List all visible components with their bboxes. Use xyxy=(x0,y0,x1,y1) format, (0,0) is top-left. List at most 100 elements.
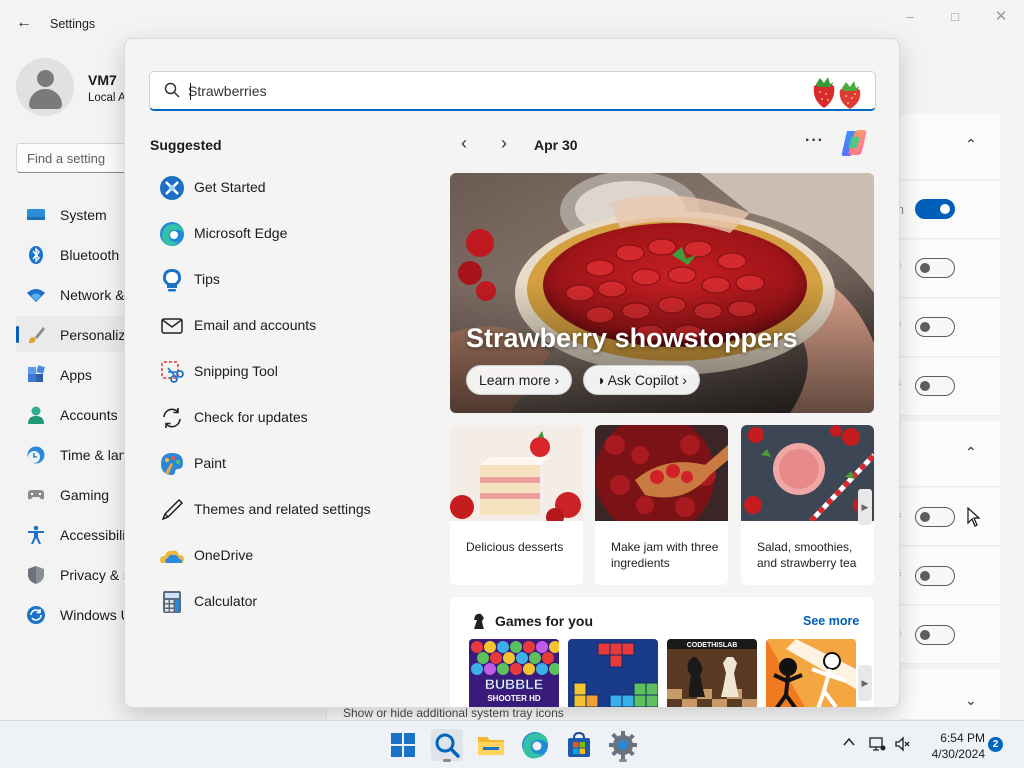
toggle-switch-off[interactable] xyxy=(915,376,955,396)
close-icon[interactable]: ✕ xyxy=(986,6,1016,28)
maximize-icon[interactable]: □ xyxy=(940,6,970,28)
user-avatar[interactable] xyxy=(16,58,74,116)
bluetooth-icon xyxy=(29,246,43,264)
text-caret xyxy=(190,83,191,100)
app-item-onedrive[interactable]: OneDrive xyxy=(150,535,415,575)
chevron-up-icon[interactable]: ⌃ xyxy=(965,136,977,153)
app-item-get-started[interactable]: Get Started xyxy=(150,167,415,207)
find-setting-input[interactable]: Find a setting xyxy=(16,143,136,173)
search-box[interactable] xyxy=(149,71,876,111)
search-icon xyxy=(164,82,180,98)
see-more-link[interactable]: See more xyxy=(803,614,859,628)
dessert-image xyxy=(450,425,583,521)
game-tile-block-puzzle[interactable] xyxy=(568,639,658,707)
previous-day-arrow-icon[interactable]: ‹ xyxy=(461,133,467,154)
onedrive-icon xyxy=(160,550,184,563)
clock-icon xyxy=(27,446,45,464)
more-options-icon[interactable]: ··· xyxy=(805,132,824,150)
game-tile-stickman[interactable] xyxy=(766,639,856,707)
smoothie-image xyxy=(741,425,874,521)
calculator-icon xyxy=(163,591,181,613)
taskbar-file-explorer[interactable] xyxy=(475,729,507,761)
highlights-date: Apr 30 xyxy=(534,137,578,153)
volume-muted-icon[interactable] xyxy=(894,735,912,753)
learn-more-button[interactable]: Learn more › xyxy=(466,365,573,395)
toggle-switch-off[interactable] xyxy=(915,507,955,527)
game-tile-bubble-shooter[interactable]: BUBBLE SHOOTER HD xyxy=(469,639,559,707)
taskbar-search-button[interactable] xyxy=(431,729,463,762)
hero-card[interactable]: Strawberry showstoppers Learn more › ◑ A… xyxy=(450,173,874,413)
chess-image: CODETHISLAB xyxy=(667,639,757,707)
settings-section-header[interactable] xyxy=(900,421,1000,487)
clock-date: 4/30/2024 xyxy=(931,747,985,761)
game-tile-text: BUBBLE xyxy=(485,676,543,692)
card-make-jam[interactable]: Make jam with three ingredients xyxy=(595,425,728,585)
window-title: Settings xyxy=(50,17,96,31)
taskbar-store[interactable] xyxy=(563,729,595,761)
chevron-right-icon: › xyxy=(554,372,560,388)
chevron-up-icon[interactable]: ⌃ xyxy=(965,444,977,461)
game-tile-text: SHOOTER HD xyxy=(487,694,541,703)
back-arrow-icon[interactable]: ← xyxy=(16,14,34,32)
games-title: Games for you xyxy=(495,613,594,629)
chevron-down-icon[interactable]: ⌄ xyxy=(965,692,977,709)
snipping-tool-icon xyxy=(161,361,184,383)
gear-icon xyxy=(609,731,637,759)
mail-icon xyxy=(161,318,183,334)
network-icon[interactable] xyxy=(868,735,886,753)
toggle-switch-off[interactable] xyxy=(915,566,955,586)
copilot-icon[interactable] xyxy=(838,127,870,159)
notification-badge[interactable]: 2 xyxy=(988,737,1003,752)
edge-icon xyxy=(160,222,184,246)
app-item-paint[interactable]: Paint xyxy=(150,443,415,483)
clock-time: 6:54 PM xyxy=(940,731,985,745)
card-salad-smoothies[interactable]: Salad, smoothies, and strawberry tea xyxy=(741,425,874,585)
minimize-icon[interactable]: – xyxy=(895,6,925,28)
settings-section-header[interactable] xyxy=(900,669,1000,720)
taskbar-settings[interactable] xyxy=(607,729,639,762)
accounts-icon xyxy=(28,406,44,424)
settings-section-header[interactable] xyxy=(900,114,1000,180)
bubble-shooter-image: BUBBLE SHOOTER HD xyxy=(469,639,559,707)
strawberries-icon xyxy=(813,77,861,109)
next-day-arrow-icon[interactable]: › xyxy=(501,133,507,154)
toggle-switch-off[interactable] xyxy=(915,317,955,337)
scroll-right-button[interactable]: ▶ xyxy=(858,489,872,525)
app-item-email-accounts[interactable]: Email and accounts xyxy=(150,305,415,345)
system-clock[interactable]: 6:54 PM 4/30/2024 xyxy=(925,730,985,762)
mouse-cursor-icon xyxy=(967,507,981,527)
chevron-up-icon[interactable] xyxy=(842,735,856,749)
tips-icon xyxy=(163,269,181,292)
app-item-themes-settings[interactable]: Themes and related settings xyxy=(150,489,415,529)
taskbar: 6:54 PM 4/30/2024 2 xyxy=(0,720,1024,768)
app-item-microsoft-edge[interactable]: Microsoft Edge xyxy=(150,213,415,253)
apps-icon xyxy=(28,365,45,382)
accessibility-icon xyxy=(28,525,44,544)
card-caption: Salad, smoothies, and strawberry tea xyxy=(757,540,857,570)
shield-icon xyxy=(28,566,44,584)
wifi-icon xyxy=(27,289,45,302)
ask-copilot-button[interactable]: ◑ Ask Copilot › xyxy=(583,365,700,395)
app-item-snipping-tool[interactable]: Snipping Tool xyxy=(150,351,415,391)
app-item-check-for-updates[interactable]: Check for updates xyxy=(150,397,415,437)
games-scroll-right-button[interactable]: ▶ xyxy=(858,665,872,701)
store-icon xyxy=(568,731,590,757)
app-item-tips[interactable]: Tips xyxy=(150,259,415,299)
toggle-switch-on[interactable] xyxy=(915,199,955,219)
taskbar-edge[interactable] xyxy=(519,729,551,761)
toggle-switch-off[interactable] xyxy=(915,625,955,645)
card-delicious-desserts[interactable]: Delicious desserts xyxy=(450,425,583,585)
system-icon xyxy=(27,209,45,220)
block-puzzle-image xyxy=(568,639,658,707)
search-input[interactable] xyxy=(188,80,788,102)
game-tile-chess[interactable]: CODETHISLAB xyxy=(667,639,757,707)
brush-icon xyxy=(29,327,45,344)
toggle-switch-off[interactable] xyxy=(915,258,955,278)
game-tile-text: CODETHISLAB xyxy=(687,642,738,649)
folder-icon xyxy=(478,737,504,755)
pen-icon xyxy=(161,498,184,521)
app-item-calculator[interactable]: Calculator xyxy=(150,581,415,621)
start-button[interactable] xyxy=(387,729,419,761)
update-icon xyxy=(27,606,45,624)
hero-title: Strawberry showstoppers xyxy=(466,323,798,353)
